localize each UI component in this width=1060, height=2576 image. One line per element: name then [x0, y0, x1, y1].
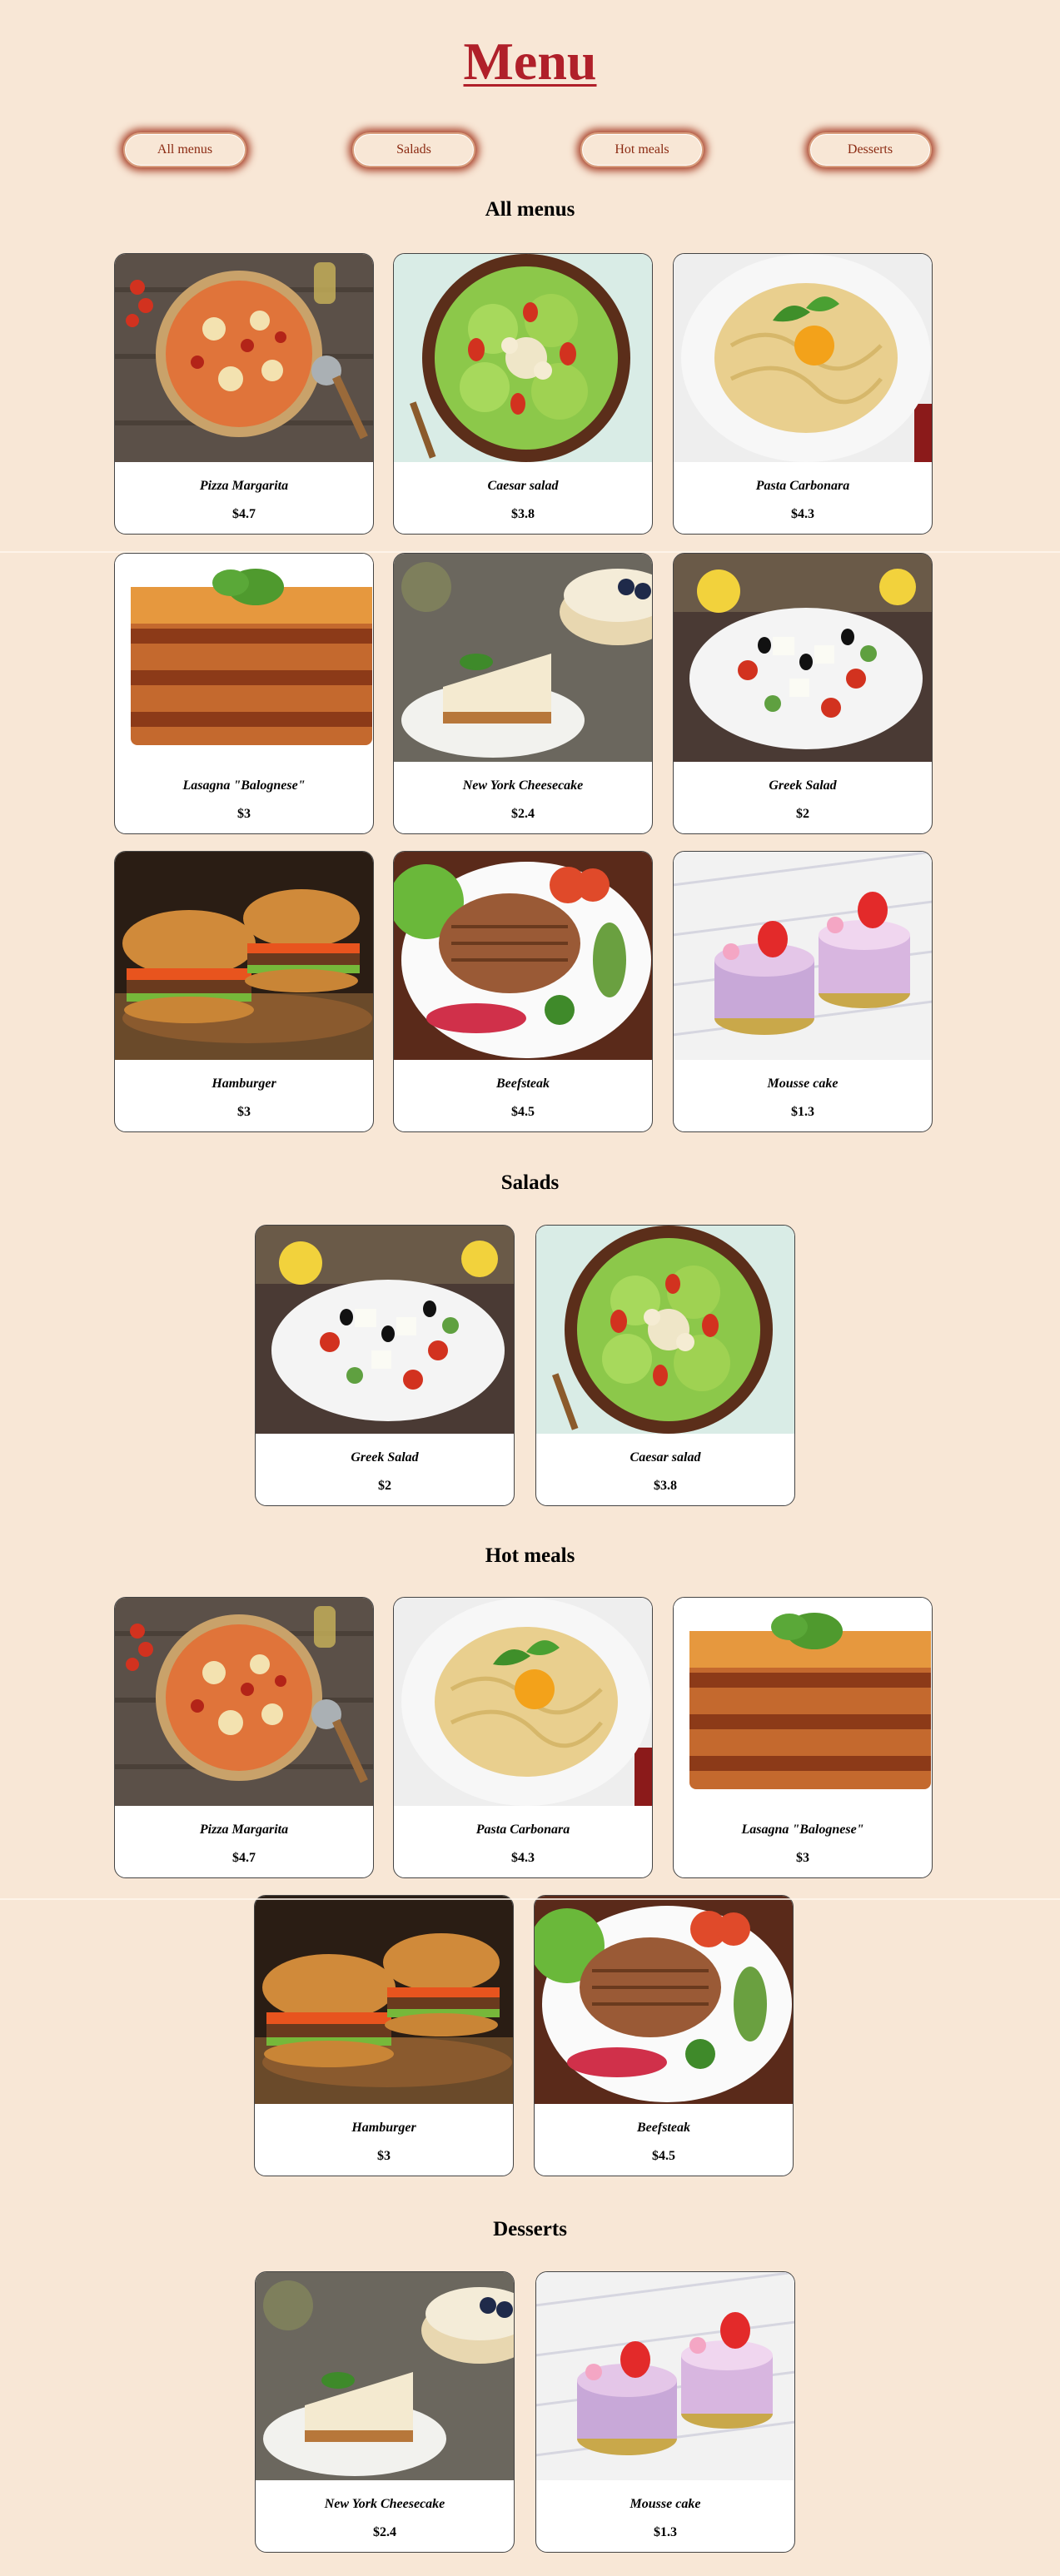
- menu-card[interactable]: Greek Salad $2: [673, 553, 933, 834]
- dish-name: Caesar salad: [487, 479, 559, 493]
- mousse-cake-image: [536, 2272, 794, 2480]
- pizza-image: [115, 1598, 373, 1806]
- dish-name: Lasagna "Balognese": [182, 778, 306, 793]
- dish-price: $3.8: [511, 507, 535, 521]
- dish-name: Mousse cake: [630, 2497, 701, 2511]
- greek-salad-image: [256, 1226, 514, 1434]
- dish-name: Beefsteak: [496, 1077, 550, 1091]
- menu-card[interactable]: Mousse cake $1.3: [673, 851, 933, 1132]
- caesar-salad-image: [536, 1226, 794, 1434]
- dish-price: $2: [796, 807, 809, 821]
- dish-price: $3: [237, 807, 251, 821]
- menu-card[interactable]: Caesar salad $3.8: [535, 1225, 795, 1506]
- hamburger-image: [255, 1896, 513, 2104]
- dish-price: $3: [796, 1851, 809, 1865]
- section-title-salads: Salads: [500, 1171, 560, 1194]
- divider: [0, 551, 1060, 553]
- nav-hot-meals-button[interactable]: Hot meals: [580, 132, 704, 167]
- nav-salads-button[interactable]: Salads: [352, 132, 475, 167]
- dish-name: Pizza Margarita: [199, 1823, 289, 1837]
- dish-name: Beefsteak: [637, 2121, 690, 2135]
- menu-card[interactable]: New York Cheesecake $2.4: [255, 2271, 515, 2553]
- dish-name: Pasta Carbonara: [755, 479, 850, 493]
- section-title-hot-meals: Hot meals: [485, 1544, 575, 1567]
- mousse-cake-image: [674, 852, 932, 1060]
- nav-desserts-button[interactable]: Desserts: [809, 132, 932, 167]
- dish-price: $1.3: [791, 1105, 814, 1119]
- menu-card[interactable]: New York Cheesecake $2.4: [393, 553, 653, 834]
- beefsteak-image: [535, 1896, 793, 2104]
- menu-card[interactable]: Lasagna "Balognese" $3: [673, 1597, 933, 1878]
- menu-card[interactable]: Beefsteak $4.5: [393, 851, 653, 1132]
- dish-price: $4.7: [232, 507, 256, 521]
- dish-price: $4.3: [511, 1851, 535, 1865]
- dish-name: New York Cheesecake: [462, 778, 584, 793]
- dish-price: $1.3: [654, 2525, 677, 2539]
- dish-price: $4.5: [511, 1105, 535, 1119]
- menu-card[interactable]: Hamburger $3: [114, 851, 374, 1132]
- pasta-image: [394, 1598, 652, 1806]
- menu-card[interactable]: Pasta Carbonara $4.3: [673, 253, 933, 535]
- dish-price: $4.5: [652, 2149, 675, 2163]
- lasagna-image: [115, 554, 373, 762]
- caesar-salad-image: [394, 254, 652, 462]
- dish-price: $3.8: [654, 1479, 677, 1493]
- dish-name: Hamburger: [212, 1077, 276, 1091]
- menu-card[interactable]: Pasta Carbonara $4.3: [393, 1597, 653, 1878]
- pasta-image: [674, 254, 932, 462]
- menu-card[interactable]: Caesar salad $3.8: [393, 253, 653, 535]
- page-title: Menu: [463, 32, 597, 91]
- dish-name: Greek Salad: [351, 1450, 419, 1465]
- menu-card[interactable]: Beefsteak $4.5: [534, 1895, 794, 2176]
- dish-name: Greek Salad: [769, 778, 837, 793]
- dish-name: Caesar salad: [630, 1450, 701, 1465]
- menu-card[interactable]: Pizza Margarita $4.7: [114, 1597, 374, 1878]
- dish-price: $4.3: [791, 507, 814, 521]
- menu-card[interactable]: Mousse cake $1.3: [535, 2271, 795, 2553]
- pizza-image: [115, 254, 373, 462]
- cheesecake-image: [256, 2272, 514, 2480]
- dish-name: Hamburger: [351, 2121, 416, 2135]
- greek-salad-image: [674, 554, 932, 762]
- nav-all-menus-button[interactable]: All menus: [123, 132, 246, 167]
- beefsteak-image: [394, 852, 652, 1060]
- hamburger-image: [115, 852, 373, 1060]
- category-nav: All menus Salads Hot meals Desserts: [0, 132, 1060, 169]
- lasagna-image: [674, 1598, 932, 1806]
- dish-price: $4.7: [232, 1851, 256, 1865]
- dish-name: New York Cheesecake: [324, 2497, 445, 2511]
- dish-name: Mousse cake: [767, 1077, 839, 1091]
- dish-name: Pasta Carbonara: [475, 1823, 570, 1837]
- menu-card[interactable]: Pizza Margarita $4.7: [114, 253, 374, 535]
- menu-card[interactable]: Greek Salad $2: [255, 1225, 515, 1506]
- dish-price: $2.4: [373, 2525, 396, 2539]
- cheesecake-image: [394, 554, 652, 762]
- dish-price: $2: [378, 1479, 391, 1493]
- section-title-all-menus: All menus: [485, 198, 575, 221]
- dish-price: $3: [377, 2149, 391, 2163]
- menu-card[interactable]: Hamburger $3: [254, 1895, 514, 2176]
- section-title-desserts: Desserts: [493, 2218, 567, 2240]
- dish-name: Pizza Margarita: [199, 479, 289, 493]
- dish-name: Lasagna "Balognese": [741, 1823, 864, 1837]
- dish-price: $3: [237, 1105, 251, 1119]
- dish-price: $2.4: [511, 807, 535, 821]
- divider: [0, 1898, 1060, 1900]
- menu-card[interactable]: Lasagna "Balognese" $3: [114, 553, 374, 834]
